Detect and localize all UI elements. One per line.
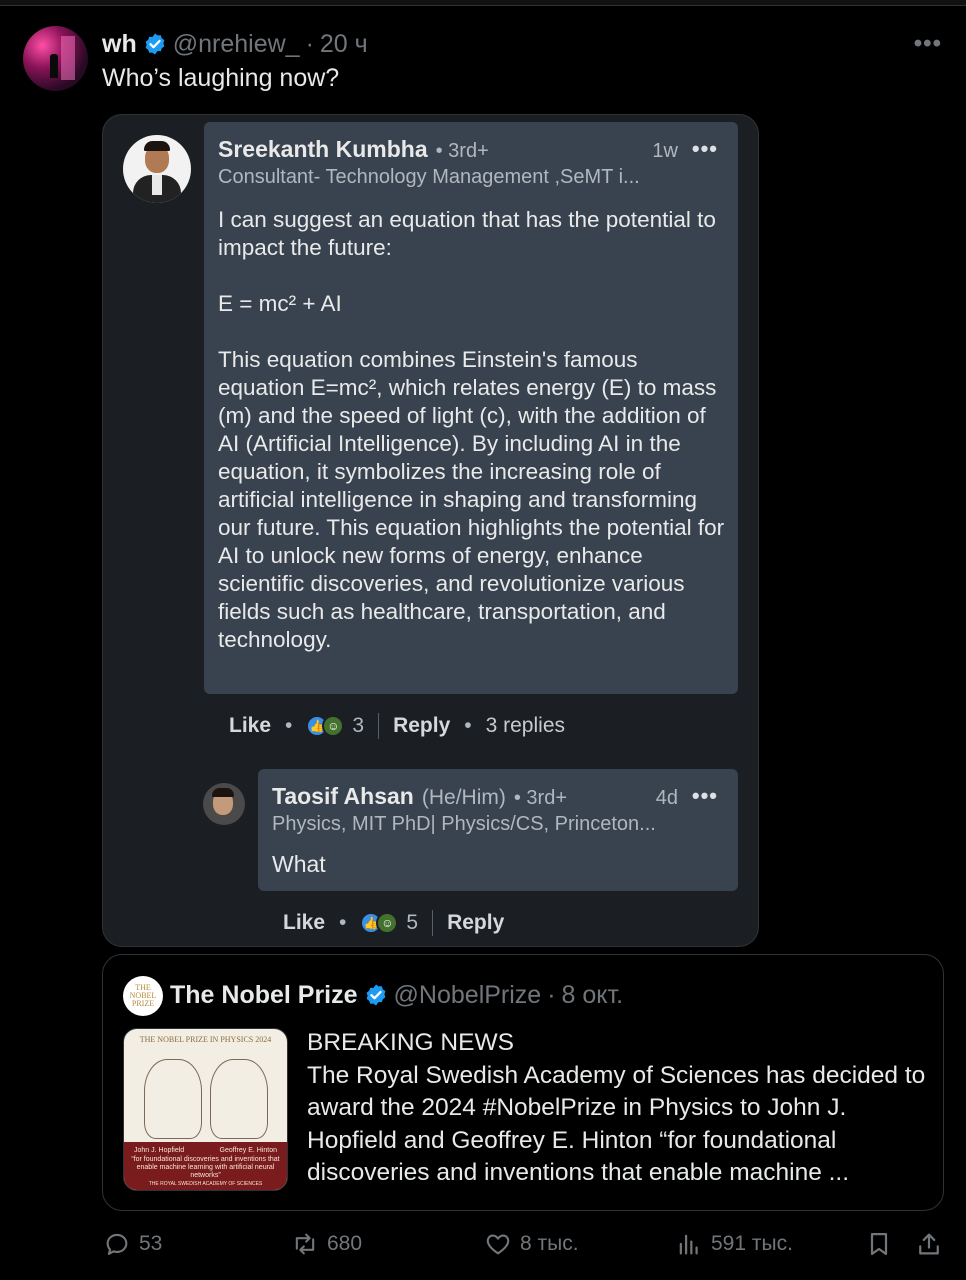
laureate-name-1: John J. Hopfield xyxy=(134,1147,185,1154)
reply-label: Reply xyxy=(393,714,451,737)
bookmark-icon xyxy=(870,1232,888,1256)
author-avatar[interactable] xyxy=(23,26,88,91)
quoted-tweet-time[interactable]: 8 окт. xyxy=(562,981,624,1010)
reaction-count: 3 xyxy=(352,714,365,737)
share-icon xyxy=(919,1233,939,1255)
tweet-header: wh @nrehiew_ · 20 ч xyxy=(102,28,368,60)
heart-icon xyxy=(486,1234,510,1255)
comment-time: 1w xyxy=(652,140,678,162)
reply-bubble: Taosif Ahsan (He/Him) • 3rd+ 4d ••• Phys… xyxy=(258,769,738,891)
views-button[interactable]: 591 тыс. xyxy=(675,1230,793,1258)
author-name[interactable]: wh xyxy=(102,30,137,59)
tweet-time[interactable]: 20 ч xyxy=(320,30,368,59)
comment-title: Sreekanth Kumbha • 3rd+ xyxy=(218,136,489,163)
bookmark-button[interactable] xyxy=(865,1230,893,1258)
quoted-tweet-text: BREAKING NEWS The Royal Swedish Academy … xyxy=(307,1029,926,1186)
laugh-reaction-icon: ☺ xyxy=(322,715,345,737)
reply-time: 4d xyxy=(655,787,678,809)
top-divider xyxy=(0,0,966,6)
nobel-announcement-image[interactable]: THE NOBEL PRIZE IN PHYSICS 2024 “for fou… xyxy=(123,1028,288,1191)
reply-avatar xyxy=(203,783,245,825)
comment-actions: Like • 👍 ☺ 3 Reply • 3 replies xyxy=(229,713,565,739)
image-citation: “for foundational discoveries and invent… xyxy=(131,1156,280,1179)
divider xyxy=(432,910,434,936)
replies-count: 3 replies xyxy=(485,714,566,737)
quoted-author-handle[interactable]: @NobelPrize xyxy=(394,981,542,1010)
view-count: 591 тыс. xyxy=(711,1232,793,1255)
avatar-hair xyxy=(212,788,234,797)
reply-body: What xyxy=(272,851,326,877)
separator: • xyxy=(339,911,347,934)
commenter-name: Sreekanth Kumbha xyxy=(218,136,428,162)
author-handle[interactable]: @nrehiew_ xyxy=(173,30,300,59)
attached-screenshot[interactable]: Sreekanth Kumbha • 3rd+ 1w ••• Consultan… xyxy=(102,114,759,947)
reaction-summary: 👍 ☺ 5 xyxy=(360,911,418,935)
commenter-avatar xyxy=(123,135,191,203)
verified-badge-icon xyxy=(366,984,385,1006)
separator: · xyxy=(547,980,556,1009)
reaction-summary: 👍 ☺ 3 xyxy=(306,714,364,738)
quoted-author-name[interactable]: The Nobel Prize xyxy=(170,981,358,1010)
like-count: 8 тыс. xyxy=(520,1232,579,1255)
reply-count: 53 xyxy=(139,1232,163,1255)
connection-degree: • 3rd+ xyxy=(513,787,568,809)
comment-body: I can suggest an equation that has the p… xyxy=(218,207,725,652)
more-options-icon[interactable]: ••• xyxy=(914,30,942,58)
laureate-name-2: Geoffrey E. Hinton xyxy=(219,1147,277,1154)
repost-icon xyxy=(295,1233,315,1255)
portrait-hinton xyxy=(210,1059,268,1139)
quoted-tweet[interactable]: THE NOBEL PRIZE The Nobel Prize @NobelPr… xyxy=(102,954,944,1211)
views-chart-icon xyxy=(679,1234,698,1255)
repost-button[interactable]: 680 xyxy=(291,1230,362,1258)
image-academy: THE ROYAL SWEDISH ACADEMY OF SCIENCES xyxy=(148,1181,263,1187)
avatar-hair xyxy=(144,141,170,151)
avatar-light xyxy=(61,36,75,80)
reply-label: Reply xyxy=(447,911,505,934)
commenter-headline: Consultant- Technology Management ,SeMT … xyxy=(218,166,640,188)
reply-button[interactable]: 53 xyxy=(103,1230,162,1258)
reply-icon xyxy=(106,1233,128,1255)
portrait-hopfield xyxy=(144,1059,202,1139)
reaction-count: 5 xyxy=(406,911,419,934)
separator: • xyxy=(285,714,293,737)
image-title: THE NOBEL PRIZE IN PHYSICS 2024 xyxy=(139,1035,272,1044)
repost-count: 680 xyxy=(327,1232,363,1255)
separator: • xyxy=(464,714,472,737)
like-label: Like xyxy=(229,714,272,737)
reply-more-icon: ••• xyxy=(691,783,718,808)
avatar-figure xyxy=(50,54,58,78)
quoted-tweet-header: The Nobel Prize @NobelPrize · 8 окт. xyxy=(170,979,623,1011)
verified-badge-icon xyxy=(145,33,165,55)
divider xyxy=(378,713,380,739)
avatar-shirt xyxy=(152,175,162,195)
replier-name: Taosif Ahsan xyxy=(272,783,414,809)
like-button[interactable]: 8 тыс. xyxy=(484,1230,579,1258)
nobel-avatar[interactable]: THE NOBEL PRIZE xyxy=(123,976,163,1016)
reply-title: Taosif Ahsan (He/Him) • 3rd+ xyxy=(272,783,567,810)
tweet-action-bar: 53 680 8 тыс. 591 тыс. xyxy=(0,1230,966,1270)
reply-actions: Like • 👍 ☺ 5 Reply xyxy=(283,910,504,936)
comment-more-icon: ••• xyxy=(691,136,718,161)
share-button[interactable] xyxy=(915,1230,943,1258)
comment-bubble: Sreekanth Kumbha • 3rd+ 1w ••• Consultan… xyxy=(204,122,738,694)
laugh-reaction-icon: ☺ xyxy=(376,912,399,934)
replier-headline: Physics, MIT PhD| Physics/CS, Princeton.… xyxy=(272,813,656,835)
like-label: Like xyxy=(283,911,326,934)
tweet-text: Who’s laughing now? xyxy=(102,64,340,92)
connection-degree: • 3rd+ xyxy=(435,140,489,162)
replier-pronouns: (He/Him) xyxy=(421,786,506,809)
separator: · xyxy=(305,29,314,58)
